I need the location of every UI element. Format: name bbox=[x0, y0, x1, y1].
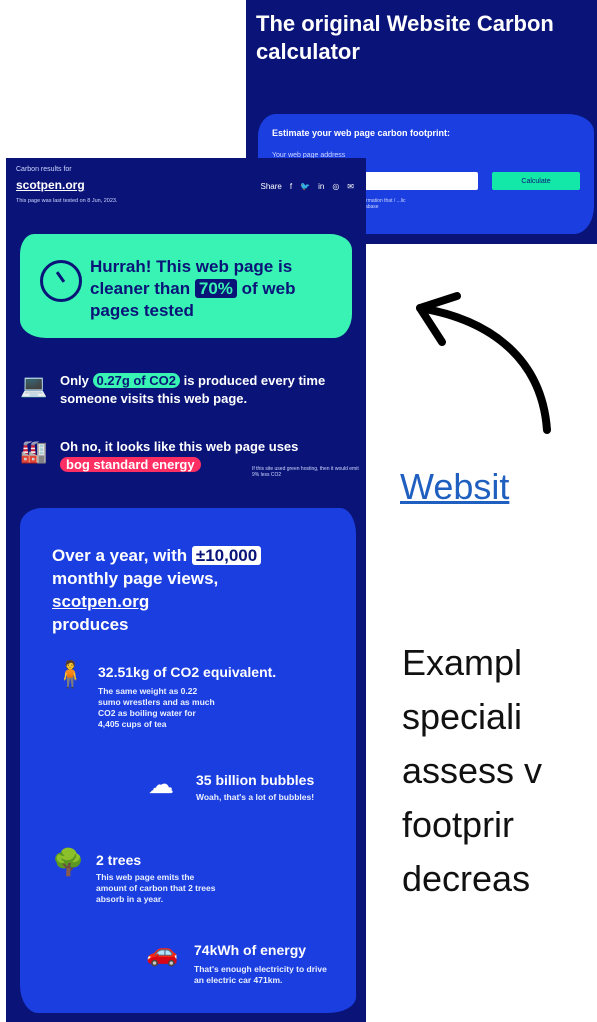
linkedin-icon[interactable]: in bbox=[318, 182, 324, 191]
year-post: produces bbox=[52, 615, 129, 634]
example-paragraph: Exampl speciali assess v footprir decrea… bbox=[402, 636, 542, 906]
percent-badge: 70% bbox=[194, 279, 237, 298]
sumo-wrestler-icon: 🧍 bbox=[54, 659, 87, 689]
share-bar: Share f 🐦 in ◎ ✉ bbox=[261, 182, 354, 191]
tree-icon: 🌳 bbox=[52, 847, 85, 877]
hurrah-card: Hurrah! This web page is cleaner than 70… bbox=[20, 234, 352, 338]
green-hosting-note: If this site used green hosting, then it… bbox=[252, 466, 359, 478]
hurrah-text: Hurrah! This web page is cleaner than 70… bbox=[90, 256, 340, 322]
para-line: Exampl bbox=[402, 642, 523, 683]
page-views-badge[interactable]: ±10,000 bbox=[191, 546, 262, 565]
fact-co2-title: 32.51kg of CO2 equivalent. bbox=[98, 664, 277, 680]
twitter-icon[interactable]: 🐦 bbox=[300, 182, 310, 191]
calculator-title: The original Website Carbon calculator bbox=[256, 11, 554, 64]
year-card: Over a year, with ±10,000 monthly page v… bbox=[20, 508, 356, 1013]
co2-pre: Only bbox=[60, 373, 93, 388]
calculator-heading: Estimate your web page carbon footprint: bbox=[272, 128, 451, 138]
year-mid: monthly page views, bbox=[52, 569, 219, 588]
fact-trees-title: 2 trees bbox=[96, 852, 142, 868]
calculate-button[interactable]: Calculate bbox=[492, 172, 580, 190]
url-input[interactable] bbox=[358, 172, 478, 190]
co2-text: Only 0.27g of CO2 is produced every time… bbox=[60, 372, 360, 408]
results-tested-date: This page was last tested on 8 Jun, 2023… bbox=[16, 198, 118, 204]
facebook-icon[interactable]: f bbox=[290, 182, 292, 191]
results-header-small: Carbon results for bbox=[16, 166, 72, 173]
fact-co2-body: The same weight as 0.22 sumo wrestlers a… bbox=[98, 686, 215, 729]
co2-amount-badge: 0.27g of CO2 bbox=[92, 373, 180, 388]
energy-badge: bog standard energy bbox=[60, 457, 201, 472]
whatsapp-icon[interactable]: ◎ bbox=[332, 182, 339, 191]
calculator-note: information that / ...lic database bbox=[358, 198, 406, 210]
bubbles-icon: ☁ bbox=[148, 769, 174, 799]
factory-icon: 🏭 bbox=[20, 439, 48, 464]
laptop-icon: 💻 bbox=[20, 373, 48, 398]
fact-trees-body: This web page emits the amount of carbon… bbox=[96, 872, 216, 904]
results-site-link[interactable]: scotpen.org bbox=[16, 178, 85, 192]
year-pre: Over a year, with bbox=[52, 546, 192, 565]
para-line: footprir bbox=[402, 804, 515, 845]
energy-line: Oh no, it looks like this web page uses bbox=[60, 439, 299, 454]
gauge-icon bbox=[40, 260, 82, 302]
fact-energy-title: 74kWh of energy bbox=[194, 942, 307, 958]
email-icon[interactable]: ✉ bbox=[347, 182, 354, 191]
year-heading: Over a year, with ±10,000 monthly page v… bbox=[52, 544, 292, 636]
curved-arrow-icon bbox=[416, 292, 551, 434]
para-line: assess v bbox=[402, 750, 543, 791]
results-screenshot: Carbon results for scotpen.org This page… bbox=[6, 158, 366, 1022]
website-link[interactable]: Websit bbox=[400, 466, 509, 508]
year-site-link[interactable]: scotpen.org bbox=[52, 592, 149, 611]
para-line: decreas bbox=[402, 858, 531, 899]
share-label: Share bbox=[260, 182, 282, 191]
fact-bubbles-body: Woah, that's a lot of bubbles! bbox=[196, 792, 315, 802]
electric-car-icon: 🚗 bbox=[146, 937, 179, 967]
fact-energy-body: That's enough electricity to drive an el… bbox=[194, 964, 327, 985]
para-line: speciali bbox=[402, 696, 523, 737]
fact-bubbles-title: 35 billion bubbles bbox=[196, 772, 315, 788]
